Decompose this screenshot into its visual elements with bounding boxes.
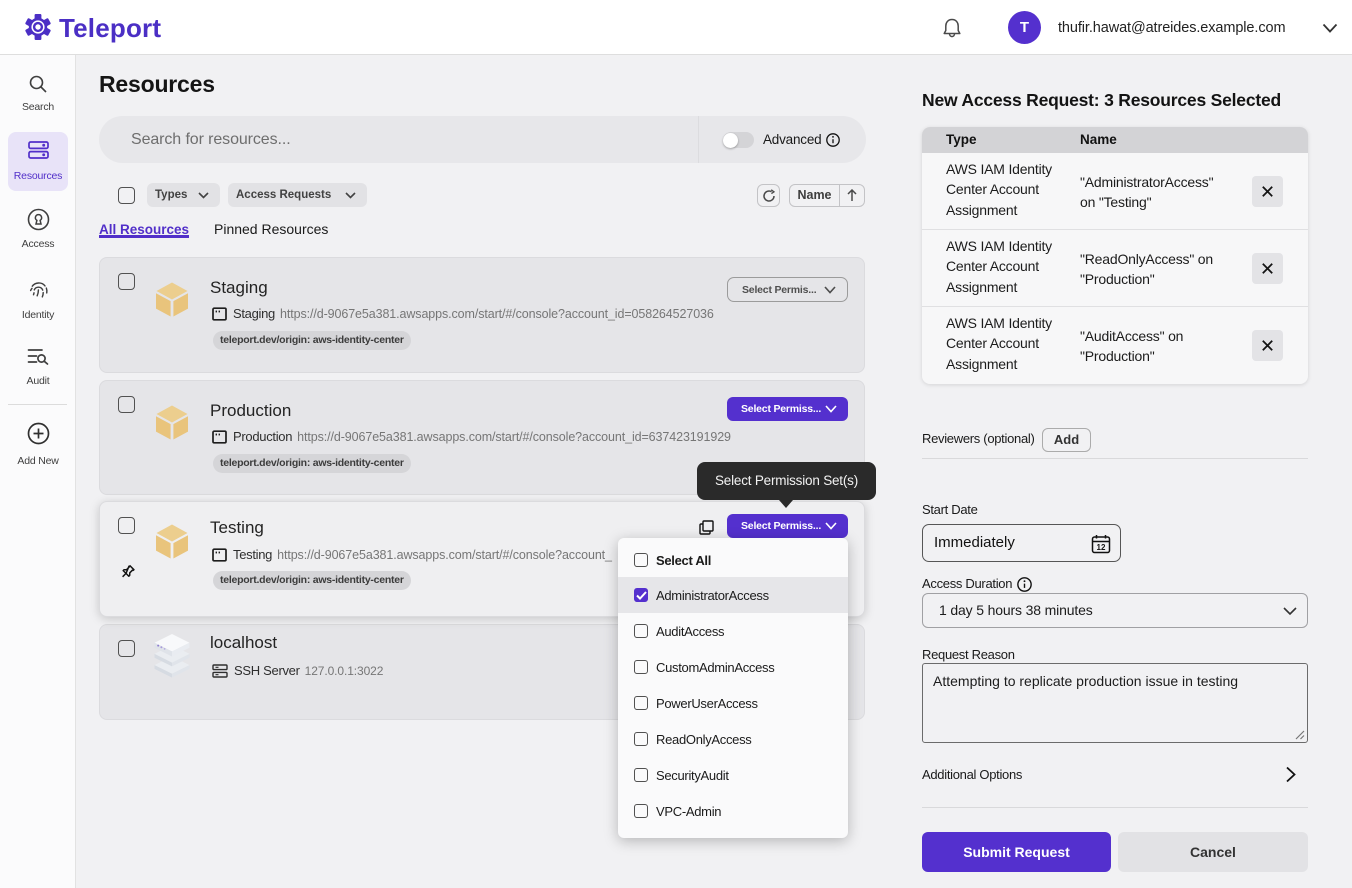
svg-text:12: 12 <box>1097 543 1106 552</box>
